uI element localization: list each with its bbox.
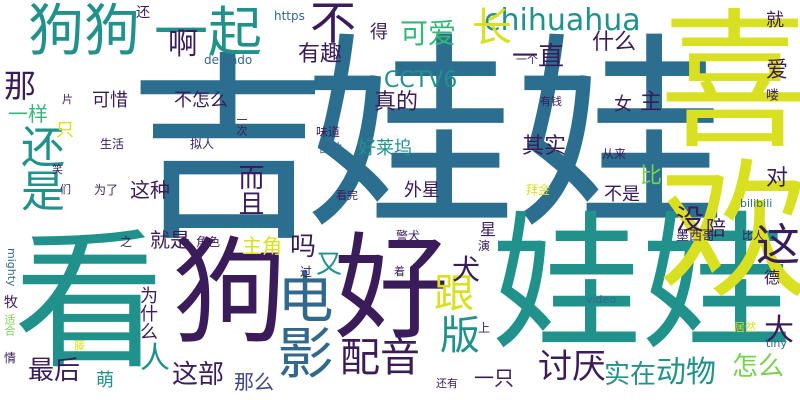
- word-teng: 藤: [74, 339, 85, 352]
- word-taoyan: 讨厌: [538, 347, 606, 387]
- word-kanwan: 看完: [336, 189, 358, 202]
- word-zuihou: 最后: [28, 356, 81, 386]
- word-qishi: 其实: [522, 134, 567, 159]
- word-pian: 片: [62, 93, 73, 106]
- word-yizhi2: 一只: [474, 366, 514, 390]
- word-lou: 喽: [763, 88, 778, 101]
- word-ren: 人: [140, 341, 170, 376]
- word-zhebu: 这部: [172, 360, 225, 390]
- word-weishenme: 为什么: [137, 286, 158, 340]
- word-jiu: 就: [766, 10, 784, 31]
- word-zhe2: 着: [394, 265, 405, 278]
- word-quan: 犬: [452, 253, 481, 286]
- word-erqie: 而且: [234, 164, 264, 216]
- word-cloud: 吉 娃娃 娃娃 喜欢 看 狗 好 狗狗 一起 不 chihuahua 长 还是 …: [0, 0, 800, 400]
- word-niren: 拟人: [190, 137, 215, 151]
- word-zhi3: 只: [56, 120, 74, 141]
- word-yan: 演: [478, 239, 491, 253]
- word-you: 又: [316, 250, 343, 280]
- word-zhi: 之: [120, 235, 133, 249]
- word-delgado: delgado: [204, 53, 253, 67]
- word-name: 那么: [234, 370, 274, 394]
- word-mighty: mighty: [5, 248, 18, 287]
- word-weidao: 味道: [316, 125, 341, 139]
- word-youqian: 有钱: [540, 95, 562, 108]
- word-yige: 一个: [516, 53, 538, 66]
- word-video: video: [586, 293, 617, 306]
- word-bilibili: bilibili: [740, 197, 773, 210]
- word-peiyin: 配音: [340, 335, 420, 381]
- word-ban: 版: [433, 314, 479, 354]
- word-ai: 爱: [766, 58, 789, 83]
- word-zhujiao: 主角: [242, 234, 282, 258]
- word-zenme: 怎么: [732, 352, 785, 382]
- word-guo: 过: [300, 265, 313, 279]
- word-meixige: 墨西哥: [676, 229, 716, 244]
- word-yici: 一次: [235, 114, 248, 136]
- word-tiny: tiny: [766, 337, 787, 350]
- word-huan: 还: [136, 5, 150, 21]
- word-bi: 比: [640, 164, 663, 189]
- word-jingquan: 警犬: [396, 229, 421, 243]
- word-qing: 情: [4, 351, 17, 365]
- word-congla: 从来: [602, 147, 627, 161]
- word-bu: 不: [310, 0, 356, 50]
- word-shang: 上: [478, 321, 491, 335]
- word-cctv6: CCTV6: [384, 68, 458, 93]
- word-jiaojin: 拜金: [526, 183, 551, 197]
- word-jiushi: 就是: [150, 228, 190, 252]
- word-ma: 吗: [290, 232, 317, 262]
- word-dianying: 电影: [268, 268, 333, 380]
- word-haiyou: 还有: [436, 377, 458, 390]
- word-bairen: 比人: [742, 229, 764, 242]
- word-gougou: 狗狗: [28, 0, 140, 64]
- word-xing: 星: [480, 220, 497, 239]
- word-shenme: 什么: [592, 30, 637, 55]
- word-de2: 德: [764, 268, 781, 287]
- word-dui: 对: [766, 166, 789, 191]
- word-waixing: 外星: [404, 180, 440, 201]
- word-zhu: 主: [640, 90, 663, 115]
- word-meng: 萌: [96, 370, 114, 391]
- word-gezhong: 各种: [318, 141, 343, 155]
- word-men: 们: [60, 183, 71, 196]
- word-haolaiwu: 好莱坞: [358, 138, 412, 159]
- word-juese: 角色: [196, 235, 221, 249]
- word-nv: 女: [614, 94, 632, 115]
- word-dongwu: 动物: [656, 355, 716, 390]
- word-youqu: 有趣: [298, 42, 343, 67]
- word-mu: 牧: [4, 295, 18, 311]
- word-https: https: [274, 9, 305, 23]
- word-bushi: 不是: [604, 184, 640, 205]
- word-xiao: 笑: [52, 163, 63, 176]
- word-zhende: 真的: [374, 90, 419, 115]
- word-shihe: 适合: [3, 314, 16, 336]
- word-shenghuo: 生活: [100, 137, 125, 151]
- word-juran: 居然: [734, 321, 756, 334]
- word-de: 得: [370, 22, 388, 43]
- word-buzenme: 不怎么: [174, 90, 228, 111]
- word-weile: 为了: [94, 183, 119, 197]
- word-na: 那: [4, 67, 37, 105]
- word-zhezhong: 这种: [130, 178, 170, 202]
- word-chang: 长: [472, 5, 512, 51]
- word-kexi: 可惜: [92, 90, 128, 111]
- word-yiyang: 一样: [8, 102, 48, 126]
- word-shizai: 实在: [604, 360, 657, 390]
- word-keai: 可爱: [400, 17, 457, 50]
- word-a: 啊: [168, 27, 198, 62]
